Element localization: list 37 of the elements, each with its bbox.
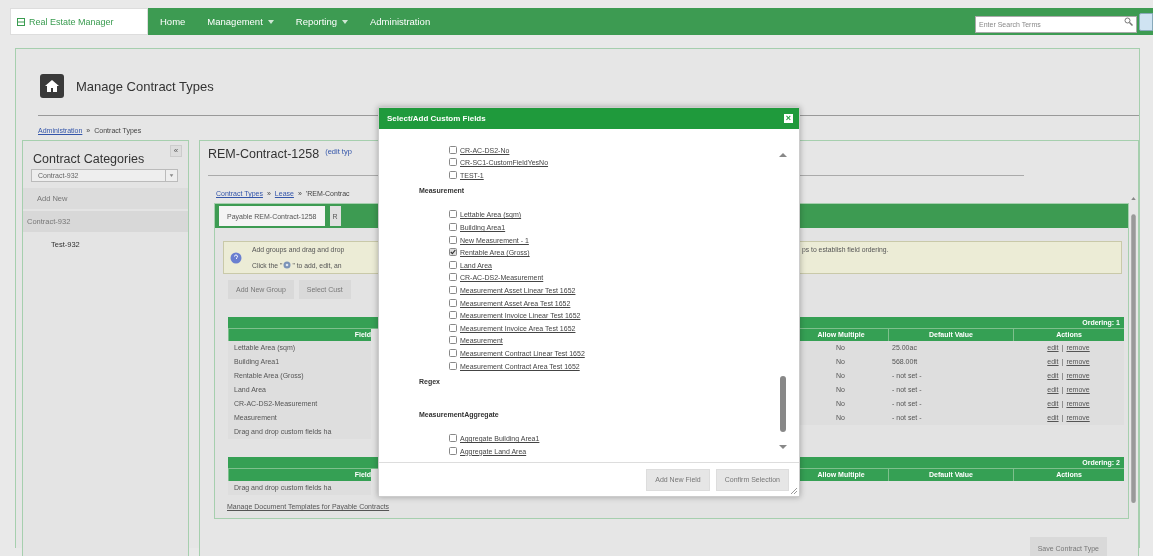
checkbox[interactable] [449, 248, 457, 257]
checkbox[interactable] [449, 298, 457, 307]
dialog-title: Select/Add Custom Fields [387, 114, 486, 123]
user-button[interactable] [1139, 12, 1153, 31]
nav-item[interactable]: Home [160, 16, 198, 27]
help-icon [230, 251, 242, 264]
checkbox[interactable] [449, 348, 457, 357]
checkbox[interactable] [449, 446, 457, 455]
logo-icon [17, 17, 25, 26]
contract-title: REM-Contract-1258 [208, 147, 320, 161]
checkbox[interactable] [449, 158, 457, 167]
checkbox[interactable] [449, 323, 457, 332]
checkbox[interactable] [449, 222, 457, 231]
search-icon[interactable] [1124, 17, 1133, 26]
gear-icon [283, 261, 292, 269]
page-title: Manage Contract Types [76, 78, 214, 94]
checkbox[interactable] [449, 361, 457, 370]
checkbox[interactable] [449, 170, 457, 179]
app-logo[interactable]: Real Estate Manager [10, 8, 148, 35]
panel-title: Contract Categories [33, 152, 145, 166]
checkbox[interactable] [449, 273, 457, 282]
checkbox[interactable] [449, 434, 457, 443]
checkbox[interactable] [449, 311, 457, 320]
checkbox[interactable] [449, 235, 457, 244]
nav-item[interactable]: Administration [370, 16, 443, 27]
nav-item[interactable]: Management [207, 16, 286, 27]
close-button[interactable]: × [784, 114, 793, 123]
checkbox[interactable] [449, 336, 457, 345]
checkbox[interactable] [449, 285, 457, 294]
resize-grip-icon[interactable] [791, 488, 797, 494]
checkbox[interactable] [449, 145, 457, 154]
home-icon [40, 74, 64, 98]
logo-text: Real Estate Manager [29, 16, 114, 27]
checkbox[interactable] [449, 210, 457, 219]
collapse-button[interactable]: « [170, 145, 182, 157]
nav-item[interactable]: Reporting [295, 16, 360, 27]
checkbox[interactable] [449, 260, 457, 269]
